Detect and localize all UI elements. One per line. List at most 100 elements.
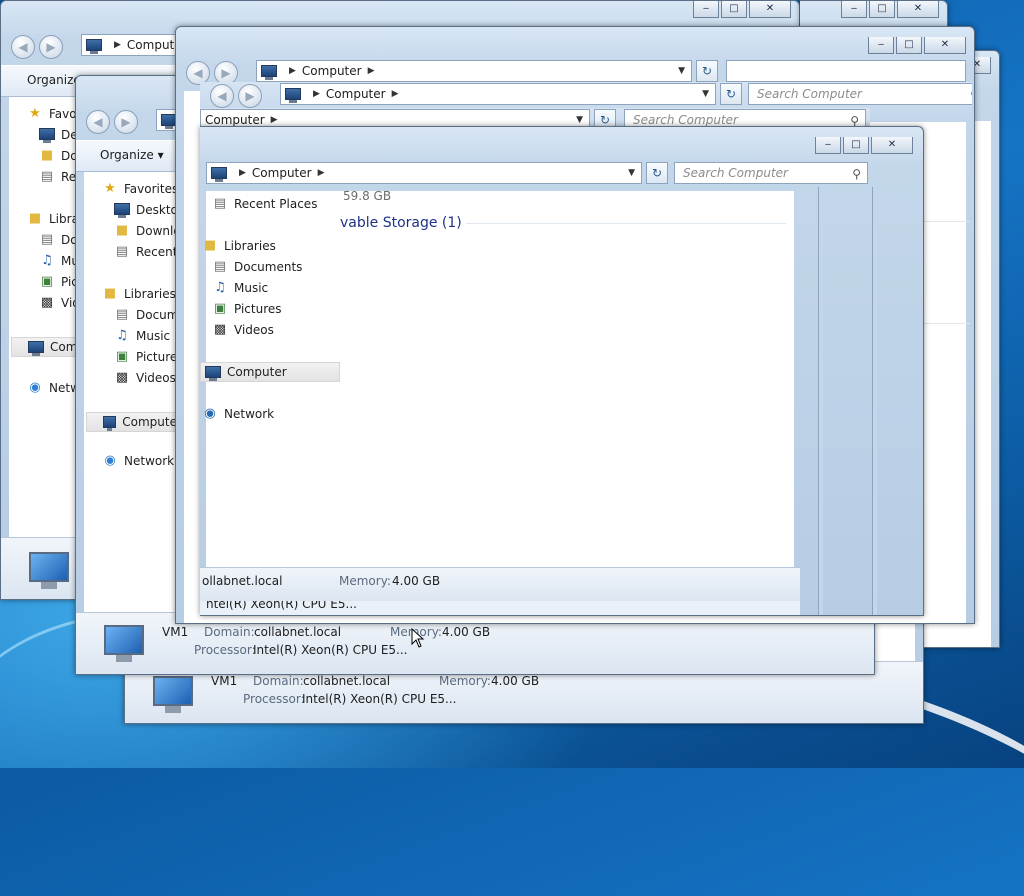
nav-libraries[interactable]: ■ Libra	[27, 211, 79, 227]
search-input[interactable]: Search Computer ⚲	[748, 83, 972, 105]
videos-icon: ▩	[213, 322, 227, 337]
nav-videos[interactable]: ▩ Videos	[212, 322, 274, 338]
maximize-button[interactable]: □	[843, 137, 869, 154]
forward-button[interactable]: ▶	[238, 84, 262, 108]
maximize-button[interactable]: □	[896, 37, 922, 54]
processor-label: Processor:	[243, 692, 305, 706]
document-icon: ▤	[115, 307, 129, 322]
drive-free-space: 59.8 GB	[343, 189, 392, 203]
nav-libraries[interactable]: ■ Libraries	[202, 238, 276, 254]
domain-label: Domain:	[204, 625, 255, 639]
chevron-right-icon: ▶	[270, 115, 278, 125]
nav-label: Network	[224, 407, 275, 421]
minimize-button[interactable]: ‒	[693, 1, 719, 18]
minimize-button[interactable]: ‒	[815, 137, 841, 154]
nav-label: Downlo	[136, 224, 181, 238]
details-pane-overlap: ntel(R) Xeon(R) CPU E5...	[200, 601, 800, 615]
libraries-icon: ■	[203, 238, 217, 253]
nav-label: Recent Places	[234, 197, 318, 211]
search-input[interactable]: Search Computer ⚲	[674, 162, 868, 184]
nav-documents[interactable]: ▤ Documents	[212, 259, 303, 275]
minimize-button[interactable]: ‒	[841, 1, 867, 18]
refresh-button[interactable]: ↻	[646, 162, 668, 184]
search-icon: ⚲	[970, 85, 972, 105]
minimize-button[interactable]: ‒	[868, 37, 894, 54]
nav-computer[interactable]: Computer	[200, 362, 340, 382]
close-button[interactable]: ✕	[897, 1, 939, 18]
close-button[interactable]: ✕	[871, 137, 913, 154]
chevron-down-icon[interactable]: ▼	[628, 168, 635, 178]
chevron-right-icon: ▶	[313, 89, 320, 99]
forward-button[interactable]: ▶	[39, 35, 63, 59]
pictures-icon: ▣	[40, 274, 54, 289]
nav-label: Music	[234, 281, 269, 295]
libraries-icon: ■	[28, 211, 42, 226]
address-location: Computer	[205, 113, 265, 127]
nav-network[interactable]: ◉ Network	[102, 454, 174, 469]
videos-icon: ▩	[40, 295, 54, 310]
navigation-pane: ▤ Recent Places ■ Libraries ▤ Documents ♫ Mu…	[200, 191, 340, 571]
processor-value: Intel(R) Xeon(R) CPU E5...	[302, 692, 457, 706]
nav-documents[interactable]: ▤ Do	[39, 233, 78, 248]
forward-button[interactable]: ▶	[114, 110, 138, 134]
memory-label: Memory:	[439, 674, 491, 688]
close-button[interactable]: ✕	[924, 37, 966, 54]
navigation-row: ▶ Computer ▶ ▼ ↻ Search Computer ⚲	[206, 161, 868, 185]
nav-libraries[interactable]: ■ Libraries	[102, 287, 176, 302]
back-button[interactable]: ◀	[86, 110, 110, 134]
chevron-right-icon: ▶	[367, 66, 375, 76]
address-location: Computer	[325, 87, 386, 101]
nav-music[interactable]: ♫ Music	[212, 280, 269, 296]
memory-value: 4.00 GB	[442, 625, 491, 639]
back-button[interactable]: ◀	[210, 84, 234, 108]
address-location: Computer	[251, 166, 312, 180]
nav-music[interactable]: ♫ Music	[114, 329, 170, 344]
recent-places-icon: ▤	[213, 196, 227, 211]
memory-value: 4.00 GB	[491, 674, 540, 688]
chevron-down-icon[interactable]: ▼	[702, 89, 709, 99]
back-button[interactable]: ◀	[11, 35, 35, 59]
refresh-button[interactable]: ↻	[696, 60, 718, 82]
computer-name: VM1	[211, 674, 238, 688]
nav-videos[interactable]: ▩ Vid	[39, 295, 80, 311]
chevron-down-icon[interactable]: ▼	[678, 66, 685, 76]
music-icon: ♫	[41, 253, 53, 268]
nav-label: Libraries	[124, 287, 176, 301]
nav-network[interactable]: ◉ Network	[202, 407, 275, 422]
nav-videos[interactable]: ▩ Videos	[114, 371, 176, 386]
computer-icon	[103, 416, 117, 431]
address-bar[interactable]: ▶ Computer ▶ ▼	[206, 162, 642, 184]
nav-favorites[interactable]: ★ Favo	[27, 107, 76, 122]
maximize-button[interactable]: □	[721, 1, 747, 18]
processor-value: ntel(R) Xeon(R) CPU E5...	[206, 601, 357, 611]
address-bar[interactable]: ▶ Computer ▶ ▼	[256, 60, 692, 82]
computer-icon	[86, 39, 102, 54]
nav-pictures[interactable]: ▣ Pictures	[114, 349, 184, 365]
nav-network[interactable]: ◉ Netw	[27, 381, 80, 396]
nav-favorites[interactable]: ★ Favorites	[102, 182, 178, 197]
refresh-button[interactable]: ↻	[720, 83, 742, 105]
document-icon: ▤	[213, 259, 227, 274]
address-bar[interactable]: ▶ Computer ▶ ▼	[280, 83, 716, 105]
organize-menu[interactable]: Organize	[27, 73, 81, 87]
music-icon: ♫	[214, 280, 226, 295]
nav-pictures[interactable]: ▣ Pictures	[212, 302, 282, 317]
search-input[interactable]	[726, 60, 966, 82]
chevron-right-icon: ▶	[289, 66, 296, 76]
search-icon: ⚲	[852, 167, 861, 181]
close-button[interactable]: ✕	[749, 1, 791, 18]
pictures-icon: ▣	[115, 349, 129, 364]
nav-pictures[interactable]: ▣ Pic	[39, 274, 78, 290]
computer-name: VM1	[162, 625, 189, 639]
organize-menu[interactable]: Organize ▾	[100, 148, 164, 162]
nav-label: Videos	[234, 323, 274, 337]
chevron-down-icon[interactable]: ▼	[576, 115, 583, 125]
maximize-button[interactable]: □	[869, 1, 895, 18]
nav-music[interactable]: ♫ Mu	[39, 253, 79, 269]
nav-computer[interactable]: Compute	[86, 412, 178, 432]
domain-value: collabnet.local	[303, 674, 391, 688]
nav-recent-places[interactable]: ▤ Recent Places	[212, 196, 318, 212]
nav-downloads[interactable]: ■ Downlo	[114, 224, 181, 239]
group-heading-removable-storage: vable Storage (1)	[340, 215, 462, 231]
domain-label: Domain:	[253, 674, 304, 688]
